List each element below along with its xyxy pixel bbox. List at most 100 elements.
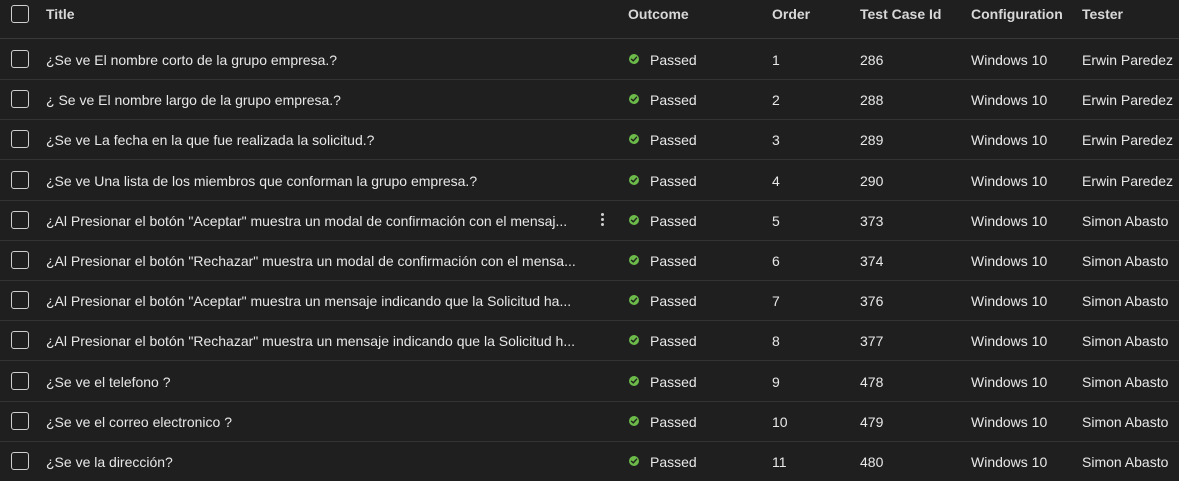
- passed-check-icon: [629, 215, 639, 225]
- table-row[interactable]: ¿Al Presionar el botón "Rechazar" muestr…: [0, 320, 1179, 361]
- table-row[interactable]: ¿Se ve el telefono ? Passed 9 478 Windows 10…: [0, 361, 1179, 402]
- row-order: 4: [772, 173, 780, 189]
- passed-check-icon: [629, 456, 639, 466]
- row-tester: Simon Abasto: [1082, 414, 1169, 430]
- row-order: 7: [772, 293, 780, 309]
- row-test-case-id: 479: [860, 414, 884, 430]
- table-row[interactable]: ¿Al Presionar el botón "Aceptar" muestra…: [0, 280, 1179, 321]
- passed-check-icon: [629, 255, 639, 265]
- row-test-case-id: 480: [860, 454, 884, 470]
- row-title[interactable]: ¿Se ve El nombre corto de la grupo empre…: [46, 52, 578, 68]
- row-title[interactable]: ¿Al Presionar el botón "Aceptar" muestra…: [46, 213, 578, 229]
- row-test-case-id: 290: [860, 173, 884, 189]
- row-configuration: Windows 10: [971, 374, 1048, 390]
- row-configuration: Windows 10: [971, 333, 1048, 349]
- row-checkbox[interactable]: [11, 412, 29, 430]
- row-checkbox[interactable]: [11, 171, 29, 189]
- column-header-title[interactable]: Title: [46, 6, 578, 22]
- row-outcome: Passed: [650, 374, 697, 390]
- row-tester: Erwin Paredez: [1082, 52, 1174, 68]
- row-order: 3: [772, 132, 780, 148]
- passed-check-icon: [629, 335, 639, 345]
- row-outcome: Passed: [650, 333, 697, 349]
- row-test-case-id: 286: [860, 52, 884, 68]
- row-test-case-id: 376: [860, 293, 884, 309]
- column-header-order[interactable]: Order: [772, 6, 810, 22]
- passed-check-icon: [629, 175, 639, 185]
- row-tester: Simon Abasto: [1082, 293, 1169, 309]
- row-checkbox[interactable]: [11, 251, 29, 269]
- row-checkbox[interactable]: [11, 50, 29, 68]
- row-title[interactable]: ¿Se ve La fecha en la que fue realizada …: [46, 132, 578, 148]
- select-all-checkbox[interactable]: [11, 5, 29, 23]
- row-configuration: Windows 10: [971, 213, 1048, 229]
- row-test-case-id: 478: [860, 374, 884, 390]
- row-checkbox[interactable]: [11, 452, 29, 470]
- row-outcome: Passed: [650, 454, 697, 470]
- test-results-grid: Title Outcome Order Test Case Id Configu…: [0, 0, 1179, 481]
- table-row[interactable]: ¿Se ve la dirección? Passed 11 480 Windows 1…: [0, 441, 1179, 481]
- row-tester: Erwin Paredez: [1082, 132, 1174, 148]
- row-tester: Simon Abasto: [1082, 253, 1169, 269]
- row-checkbox[interactable]: [11, 130, 29, 148]
- row-configuration: Windows 10: [971, 414, 1048, 430]
- row-checkbox[interactable]: [11, 211, 29, 229]
- row-configuration: Windows 10: [971, 293, 1048, 309]
- table-row[interactable]: ¿Se ve Una lista de los miembros que con…: [0, 160, 1179, 201]
- row-checkbox[interactable]: [11, 90, 29, 108]
- table-row[interactable]: ¿Al Presionar el botón "Rechazar" muestr…: [0, 240, 1179, 281]
- row-tester: Simon Abasto: [1082, 213, 1169, 229]
- row-title[interactable]: ¿Se ve Una lista de los miembros que con…: [46, 173, 578, 189]
- column-header-tester[interactable]: Tester: [1082, 6, 1123, 22]
- row-title[interactable]: ¿Al Presionar el botón "Rechazar" muestr…: [46, 333, 578, 349]
- row-test-case-id: 374: [860, 253, 884, 269]
- column-header-configuration[interactable]: Configuration: [971, 6, 1063, 22]
- row-order: 1: [772, 52, 780, 68]
- passed-check-icon: [629, 376, 639, 386]
- row-checkbox[interactable]: [11, 372, 29, 390]
- row-title[interactable]: ¿Al Presionar el botón "Aceptar" muestra…: [46, 293, 578, 309]
- row-configuration: Windows 10: [971, 132, 1048, 148]
- row-outcome: Passed: [650, 253, 697, 269]
- table-row[interactable]: ¿Se ve La fecha en la que fue realizada …: [0, 119, 1179, 160]
- row-order: 6: [772, 253, 780, 269]
- row-tester: Simon Abasto: [1082, 374, 1169, 390]
- column-header-outcome[interactable]: Outcome: [628, 6, 689, 22]
- row-outcome: Passed: [650, 132, 697, 148]
- row-test-case-id: 373: [860, 213, 884, 229]
- passed-check-icon: [629, 54, 639, 64]
- row-title[interactable]: ¿Al Presionar el botón "Rechazar" muestr…: [46, 253, 578, 269]
- table-row[interactable]: ¿Se ve el correo electronico ? Passed 10 47…: [0, 401, 1179, 442]
- row-test-case-id: 377: [860, 333, 884, 349]
- row-tester: Erwin Paredez: [1082, 92, 1174, 108]
- row-test-case-id: 288: [860, 92, 884, 108]
- row-outcome: Passed: [650, 92, 697, 108]
- row-order: 2: [772, 92, 780, 108]
- row-configuration: Windows 10: [971, 253, 1048, 269]
- row-outcome: Passed: [650, 293, 697, 309]
- row-outcome: Passed: [650, 213, 697, 229]
- column-header-test-case-id[interactable]: Test Case Id: [860, 6, 941, 22]
- table-row[interactable]: ¿Al Presionar el botón "Aceptar" muestra…: [0, 200, 1179, 241]
- table-row[interactable]: ¿Se ve El nombre corto de la grupo empre…: [0, 39, 1179, 80]
- row-order: 9: [772, 374, 780, 390]
- row-title[interactable]: ¿Se ve el correo electronico ?: [46, 414, 578, 430]
- row-configuration: Windows 10: [971, 454, 1048, 470]
- passed-check-icon: [629, 134, 639, 144]
- row-title[interactable]: ¿ Se ve El nombre largo de la grupo empr…: [46, 92, 578, 108]
- row-configuration: Windows 10: [971, 92, 1048, 108]
- row-tester: Simon Abasto: [1082, 454, 1169, 470]
- row-outcome: Passed: [650, 414, 697, 430]
- row-title[interactable]: ¿Se ve el telefono ?: [46, 374, 578, 390]
- more-options-icon[interactable]: [597, 211, 607, 229]
- row-configuration: Windows 10: [971, 52, 1048, 68]
- row-order: 11: [772, 454, 787, 470]
- table-row[interactable]: ¿ Se ve El nombre largo de la grupo empr…: [0, 79, 1179, 120]
- row-checkbox[interactable]: [11, 331, 29, 349]
- row-tester: Erwin Paredez: [1082, 173, 1174, 189]
- row-tester: Simon Abasto: [1082, 333, 1169, 349]
- row-order: 10: [772, 414, 788, 430]
- row-title[interactable]: ¿Se ve la dirección?: [46, 454, 578, 470]
- row-checkbox[interactable]: [11, 291, 29, 309]
- row-order: 8: [772, 333, 780, 349]
